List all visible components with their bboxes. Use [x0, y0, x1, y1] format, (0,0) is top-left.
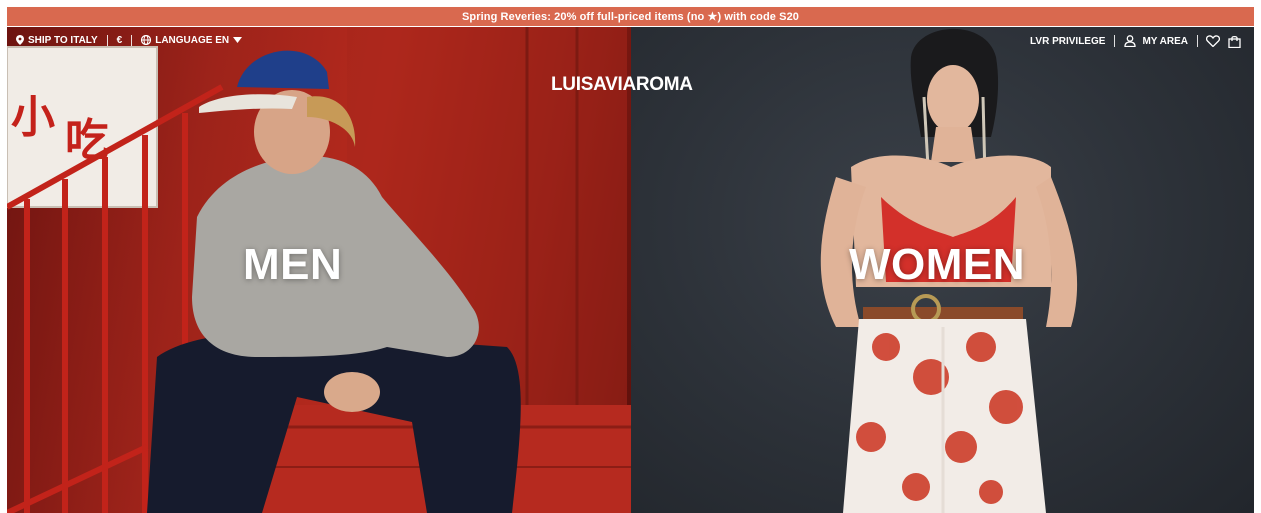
- top-nav-left: SHIP TO ITALY € LANGUAGE EN: [16, 33, 243, 47]
- men-title[interactable]: MEN: [243, 240, 342, 290]
- my-area-link[interactable]: MY AREA: [1124, 35, 1188, 47]
- brand-logo[interactable]: LUISAVIAROMA: [551, 74, 693, 96]
- user-icon: [1124, 35, 1137, 47]
- lvr-privilege-label: LVR PRIVILEGE: [1030, 35, 1106, 47]
- promo-banner[interactable]: Spring Reveries: 20% off full-priced ite…: [7, 7, 1254, 26]
- divider: [106, 34, 108, 46]
- man-cap: [237, 50, 329, 89]
- heart-icon[interactable]: [1206, 35, 1220, 47]
- language-label: LANGUAGE EN: [155, 34, 230, 46]
- lvr-privilege-link[interactable]: LVR PRIVILEGE: [1030, 36, 1105, 47]
- location-pin-icon: [16, 35, 24, 45]
- ship-to-label: SHIP TO ITALY: [28, 34, 98, 46]
- man-hands: [324, 372, 380, 412]
- women-title[interactable]: WOMEN: [849, 240, 1025, 290]
- promo-text: Spring Reveries: 20% off full-priced ite…: [461, 11, 800, 23]
- globe-icon: [141, 35, 152, 45]
- currency-selector[interactable]: €: [117, 35, 123, 46]
- divider: [1197, 35, 1198, 47]
- top-nav-right: LVR PRIVILEGE MY AREA: [1030, 33, 1241, 49]
- women-panel[interactable]: WOMEN: [631, 27, 1254, 513]
- men-panel[interactable]: 小 吃 MEN: [7, 27, 631, 513]
- chevron-down-icon: [233, 37, 243, 43]
- ship-to-selector[interactable]: SHIP TO ITALY: [16, 35, 98, 46]
- divider: [1114, 35, 1116, 47]
- woman-face: [927, 65, 979, 133]
- shopping-bag-icon[interactable]: [1228, 35, 1241, 48]
- language-selector[interactable]: LANGUAGE EN: [141, 34, 243, 46]
- hero: 小 吃 MEN WOMEN: [7, 27, 1254, 513]
- page: Spring Reveries: 20% off full-priced ite…: [0, 0, 1261, 513]
- currency-label: €: [116, 34, 123, 46]
- sign-glyph: 小: [11, 92, 55, 143]
- woman-belt: [863, 307, 1023, 321]
- my-area-label: MY AREA: [1142, 35, 1188, 47]
- divider: [131, 34, 133, 46]
